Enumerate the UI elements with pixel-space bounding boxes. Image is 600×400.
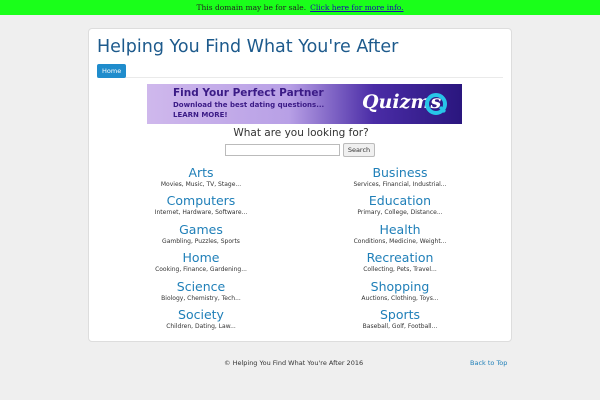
category-games: Games Gambling, Puzzles, Sports [111,223,291,246]
ad-cta: LEARN MORE! [173,111,228,119]
category-business: Business Services, Financial, Industrial… [310,166,490,189]
category-title-link[interactable]: Society [111,308,291,322]
site-title[interactable]: Helping You Find What You're After [97,37,398,57]
category-title-link[interactable]: Science [111,280,291,294]
ad-headline: Find Your Perfect Partner [173,87,324,99]
category-title-link[interactable]: Shopping [310,280,490,294]
sale-info-link[interactable]: Click here for more info. [310,3,403,12]
category-home: Home Cooking, Finance, Gardening... [111,251,291,274]
category-title-link[interactable]: Home [111,251,291,265]
nav-home-button[interactable]: Home [97,64,127,78]
ad-q-logo-icon [425,93,447,115]
category-title-link[interactable]: Business [310,166,490,180]
category-computers: Computers Internet, Hardware, Software..… [111,194,291,217]
category-science: Science Biology, Chemistry, Tech... [111,280,291,303]
category-subtopics: Services, Financial, Industrial... [353,181,447,188]
category-recreation: Recreation Collecting, Pets, Travel... [310,251,490,274]
ad-subline: Download the best dating questions... [173,101,325,109]
category-title-link[interactable]: Games [111,223,291,237]
sale-notice-bar: This domain may be for sale. Click here f… [0,0,600,15]
category-subtopics: Cooking, Finance, Gardening... [155,266,247,273]
category-subtopics: Primary, College, Distance... [357,209,443,216]
category-arts: Arts Movies, Music, TV, Stage... [111,166,291,189]
advertisement-banner[interactable]: Find Your Perfect Partner Download the b… [147,84,462,124]
search-input[interactable] [225,144,340,156]
category-title-link[interactable]: Education [310,194,490,208]
sale-notice-text: This domain may be for sale. [196,3,307,12]
category-sports: Sports Baseball, Golf, Football... [310,308,490,331]
category-shopping: Shopping Auctions, Clothing, Toys... [310,280,490,303]
category-subtopics: Conditions, Medicine, Weight... [353,238,447,245]
category-subtopics: Movies, Music, TV, Stage... [160,181,242,188]
main-content-card: Helping You Find What You're After Home … [88,28,512,342]
back-to-top-link[interactable]: Back to Top [470,359,507,367]
category-subtopics: Biology, Chemistry, Tech... [161,295,241,302]
category-subtopics: Auctions, Clothing, Toys... [361,295,439,302]
footer-copyright: © Helping You Find What You're After 201… [224,359,364,367]
nav-divider [97,77,503,78]
category-subtopics: Internet, Hardware, Software... [154,209,248,216]
search-button[interactable]: Search [343,143,375,157]
search-heading: What are you looking for? [233,127,369,139]
category-title-link[interactable]: Recreation [310,251,490,265]
category-society: Society Children, Dating, Law... [111,308,291,331]
category-subtopics: Gambling, Puzzles, Sports [162,238,240,245]
category-title-link[interactable]: Sports [310,308,490,322]
category-subtopics: Collecting, Pets, Travel... [363,266,437,273]
category-subtopics: Children, Dating, Law... [166,323,236,330]
category-title-link[interactable]: Health [310,223,490,237]
category-subtopics: Baseball, Golf, Football... [362,323,438,330]
category-title-link[interactable]: Arts [111,166,291,180]
category-education: Education Primary, College, Distance... [310,194,490,217]
category-health: Health Conditions, Medicine, Weight... [310,223,490,246]
category-title-link[interactable]: Computers [111,194,291,208]
